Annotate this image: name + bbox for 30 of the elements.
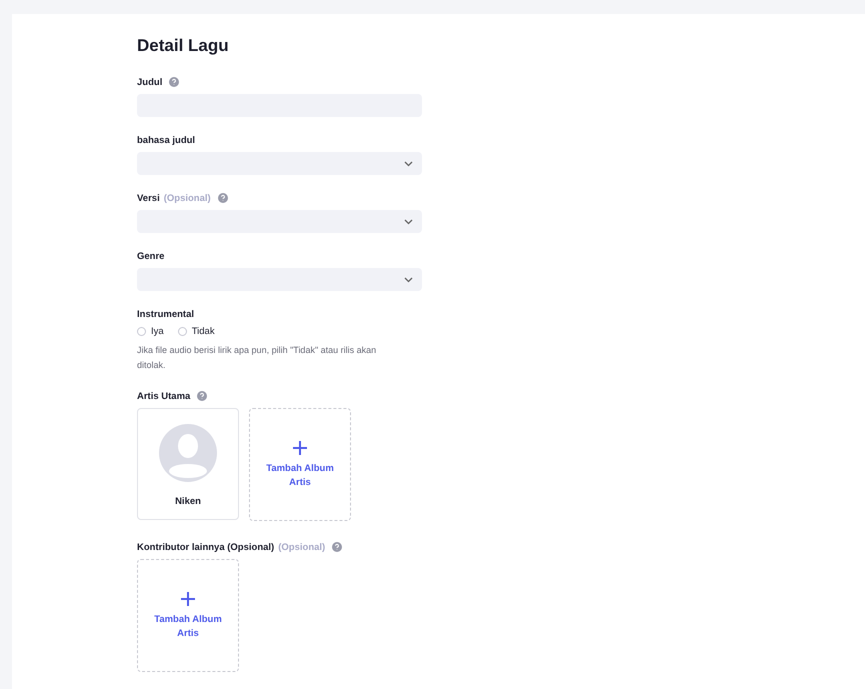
hint-text: Jika file audio berisi lirik apa pun, pilih "Tidak" atau rilis akan ditolak. <box>137 344 378 372</box>
add-artist-button[interactable]: Tambah Album Artis <box>249 408 351 521</box>
field-label: bahasa judul <box>137 134 196 146</box>
dropdown-field[interactable] <box>137 210 422 233</box>
avatar-icon <box>159 424 217 482</box>
field-label: Judul <box>137 76 162 88</box>
chevron-down-icon <box>404 276 413 282</box>
chevron-down-icon <box>404 218 413 224</box>
chevron-down-icon <box>404 160 413 166</box>
plus-icon <box>180 590 196 606</box>
help-icon[interactable] <box>197 391 208 401</box>
radio-option[interactable]: Iya <box>137 326 164 337</box>
artist-name: Niken <box>175 496 201 507</box>
add-artist-button[interactable]: Tambah Album Artis <box>137 559 239 672</box>
radio-option[interactable]: Tidak <box>178 326 215 337</box>
optional-label: (Opsional) <box>278 542 326 552</box>
field-label: Genre <box>137 250 164 262</box>
field-label: Instrumental <box>137 308 194 320</box>
field-label: Versi <box>137 192 160 204</box>
section-label: Kontributor lainnya (Opsional) <box>137 542 274 552</box>
help-icon[interactable] <box>218 193 228 203</box>
optional-label: (Opsional) <box>164 192 211 204</box>
section-label: Artis Utama <box>137 390 190 402</box>
dropdown-field[interactable] <box>137 152 422 175</box>
help-icon[interactable] <box>332 542 342 552</box>
help-icon[interactable] <box>169 77 180 87</box>
artist-card[interactable]: Niken <box>137 408 239 520</box>
plus-icon <box>292 440 308 456</box>
dropdown-field[interactable] <box>137 268 422 291</box>
page-title: Detail Lagu <box>137 36 230 56</box>
